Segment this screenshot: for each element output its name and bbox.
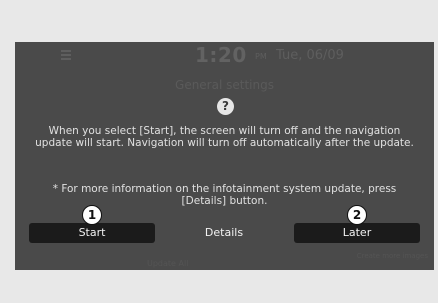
later-button[interactable]: Later	[294, 223, 420, 243]
question-mark-icon: ?	[217, 98, 234, 115]
clock-date: Tue, 06/09	[276, 48, 344, 63]
manual-figure-frame: 1:20 PM Tue, 06/09 General settings Upda…	[0, 0, 438, 303]
clock-ampm: PM	[255, 52, 267, 61]
dialog-note: * For more information on the infotainme…	[52, 183, 397, 207]
menu-icon[interactable]	[61, 50, 71, 60]
details-button[interactable]: Details	[175, 223, 273, 243]
callout-marker-2: 2	[347, 205, 367, 225]
clock-time: 1:20	[195, 43, 247, 67]
start-button[interactable]: Start	[29, 223, 155, 243]
dialog-message: When you select [Start], the screen will…	[35, 125, 414, 149]
status-bar: 1:20 PM Tue, 06/09	[15, 42, 434, 70]
background-footer-left: Update All	[147, 259, 189, 268]
callout-marker-1: 1	[82, 205, 102, 225]
screen-title: General settings	[175, 78, 274, 92]
background-footer-right: Create more images	[356, 252, 428, 260]
infotainment-screen: 1:20 PM Tue, 06/09 General settings Upda…	[15, 42, 434, 270]
